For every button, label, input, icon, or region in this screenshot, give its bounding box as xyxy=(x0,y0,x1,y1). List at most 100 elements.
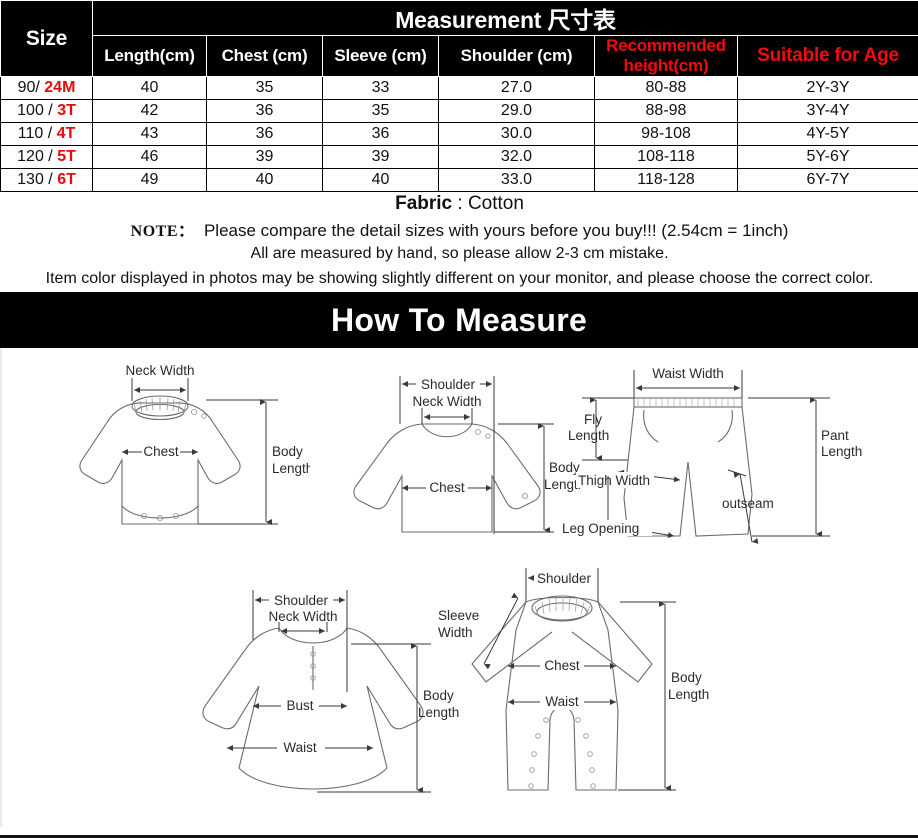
table-header-row: Length(cm) Chest (cm) Sleeve (cm) Should… xyxy=(1,35,918,77)
note-text: Please compare the detail sizes with you… xyxy=(203,221,789,240)
table-title: Measurement 尺寸表 xyxy=(91,0,918,36)
label-waist: Waist xyxy=(283,740,316,755)
label-body-length-line2: Length xyxy=(668,687,709,702)
table-body: 90/ 24M 40 35 33 27.0 80-88 2Y-3Y 100 / 3T 42 36 3… xyxy=(0,76,918,192)
cell-chest: 35 xyxy=(206,76,323,100)
header-length: Length(cm) xyxy=(92,35,207,77)
size-number: 130 / xyxy=(17,171,53,188)
cell-sleeve: 33 xyxy=(322,76,439,100)
size-tag: 5T xyxy=(57,148,76,165)
measure-note-row: All are measured by hand, so please allo… xyxy=(0,241,918,267)
size-number: 110 / xyxy=(17,125,53,142)
cell-age: 4Y-5Y xyxy=(736,122,918,146)
fabric-value: : Cotton xyxy=(452,193,524,214)
header-size: Size xyxy=(0,0,93,77)
cell-sleeve: 40 xyxy=(322,168,439,192)
cell-size: 90/ 24M xyxy=(0,76,93,100)
header-chest: Chest (cm) xyxy=(206,35,323,77)
table-row: 110 / 4T 43 36 36 30.0 98-108 4Y-5Y xyxy=(0,122,918,146)
table-title-row: Size Measurement 尺寸表 xyxy=(0,0,918,77)
cell-length: 49 xyxy=(92,168,207,192)
cell-chest: 40 xyxy=(206,168,323,192)
header-recommended-line2: height(cm) xyxy=(623,56,709,75)
table-row: 120 / 5T 46 39 39 32.0 108-118 5Y-6Y xyxy=(0,145,918,169)
cell-height: 98-108 xyxy=(594,122,738,146)
fabric-row: Fabric : Cotton xyxy=(0,191,918,217)
label-body-length-line1: Body xyxy=(272,444,303,459)
banner-title: How To Measure xyxy=(330,301,588,338)
diagram-romper: Shoulder Sleeve Width Chest Waist Body L… xyxy=(422,560,722,810)
cell-shoulder: 30.0 xyxy=(438,122,595,146)
size-tag: 4T xyxy=(56,125,76,142)
measurement-table: Size Measurement 尺寸表 Length(cm) Chest (c… xyxy=(0,0,918,292)
diagram-area: Chest Neck Width Body Length Shoulder Ne… xyxy=(0,348,918,827)
cell-chest: 39 xyxy=(206,145,323,169)
cell-size: 120 / 5T xyxy=(0,145,93,169)
cell-shoulder: 33.0 xyxy=(438,168,595,192)
label-bust: Bust xyxy=(286,698,313,713)
note-cell: NOTE： Please compare the detail sizes wi… xyxy=(0,216,918,242)
label-body-length-line2: Length xyxy=(272,461,310,476)
label-chest: Chest xyxy=(429,480,465,495)
cell-height: 118-128 xyxy=(594,168,738,192)
fabric-cell: Fabric : Cotton xyxy=(0,191,918,217)
color-note: Item color displayed in photos may be sh… xyxy=(0,266,918,292)
cell-height: 108-118 xyxy=(594,145,738,169)
cell-height: 88-98 xyxy=(594,99,738,123)
label-shoulder: Shoulder xyxy=(421,377,476,392)
label-pant-line2: Length xyxy=(821,444,862,459)
label-sleeve-line2: Width xyxy=(438,625,473,640)
cell-chest: 36 xyxy=(206,99,323,123)
label-outseam: outseam xyxy=(722,496,774,511)
label-neck-width: Neck Width xyxy=(125,363,194,378)
size-tag: 6T xyxy=(57,171,76,188)
size-number: 90/ xyxy=(17,79,40,96)
cell-chest: 36 xyxy=(206,122,323,146)
label-leg-opening: Leg Opening xyxy=(562,521,639,536)
label-fly-line2: Length xyxy=(568,428,609,443)
cell-size: 110 / 4T xyxy=(0,122,93,146)
label-waist: Waist xyxy=(545,694,578,709)
table-row: 130 / 6T 49 40 40 33.0 118-128 6Y-7Y xyxy=(0,168,918,192)
label-neck-width: Neck Width xyxy=(412,394,481,409)
cell-length: 46 xyxy=(92,145,207,169)
cell-shoulder: 29.0 xyxy=(438,99,595,123)
size-tag: 3T xyxy=(57,102,76,119)
cell-sleeve: 35 xyxy=(322,99,439,123)
note-label: NOTE： xyxy=(130,223,195,240)
cell-shoulder: 32.0 xyxy=(438,145,595,169)
cell-age: 2Y-3Y xyxy=(736,76,918,100)
how-to-measure-banner: How To Measure xyxy=(0,292,918,348)
cell-height: 80-88 xyxy=(594,76,738,100)
label-body-length-line1: Body xyxy=(671,670,702,685)
size-number: 100 / xyxy=(17,102,53,119)
label-shoulder: Shoulder xyxy=(274,593,329,608)
note-row: NOTE： Please compare the detail sizes wi… xyxy=(0,216,918,242)
table-row: 90/ 24M 40 35 33 27.0 80-88 2Y-3Y xyxy=(0,76,918,100)
cell-shoulder: 27.0 xyxy=(438,76,595,100)
diagram-bodysuit: Chest Neck Width Body Length xyxy=(10,356,310,556)
header-recommended-line1: Recommended xyxy=(606,36,726,55)
label-shoulder: Shoulder xyxy=(537,571,592,586)
header-recommended-height: Recommended height(cm) xyxy=(594,35,738,77)
cell-age: 3Y-4Y xyxy=(736,99,918,123)
cell-sleeve: 39 xyxy=(322,145,439,169)
cell-sleeve: 36 xyxy=(322,122,439,146)
label-neck-width: Neck Width xyxy=(268,609,337,624)
label-pant-line1: Pant xyxy=(821,428,849,443)
label-sleeve-line1: Sleeve xyxy=(438,608,479,623)
diagram-shorts: Waist Width Fly Length Pant Length Thigh… xyxy=(562,358,912,573)
diagram-sweater: Shoulder Neck Width Chest Body Length xyxy=(312,362,582,562)
size-number: 120 / xyxy=(17,148,53,165)
label-waist-width: Waist Width xyxy=(652,366,724,381)
cell-size: 130 / 6T xyxy=(0,168,93,192)
cell-size: 100 / 3T xyxy=(0,99,93,123)
header-suitable-for-age: Suitable for Age xyxy=(736,35,918,77)
color-note-row: Item color displayed in photos may be sh… xyxy=(0,266,918,292)
size-tag: 24M xyxy=(44,79,76,96)
cell-length: 42 xyxy=(92,99,207,123)
label-fly-line1: Fly xyxy=(584,412,602,427)
header-shoulder: Shoulder (cm) xyxy=(438,35,595,77)
measurement-table-block: Size Measurement 尺寸表 Length(cm) Chest (c… xyxy=(0,0,918,292)
label-chest: Chest xyxy=(143,444,179,459)
